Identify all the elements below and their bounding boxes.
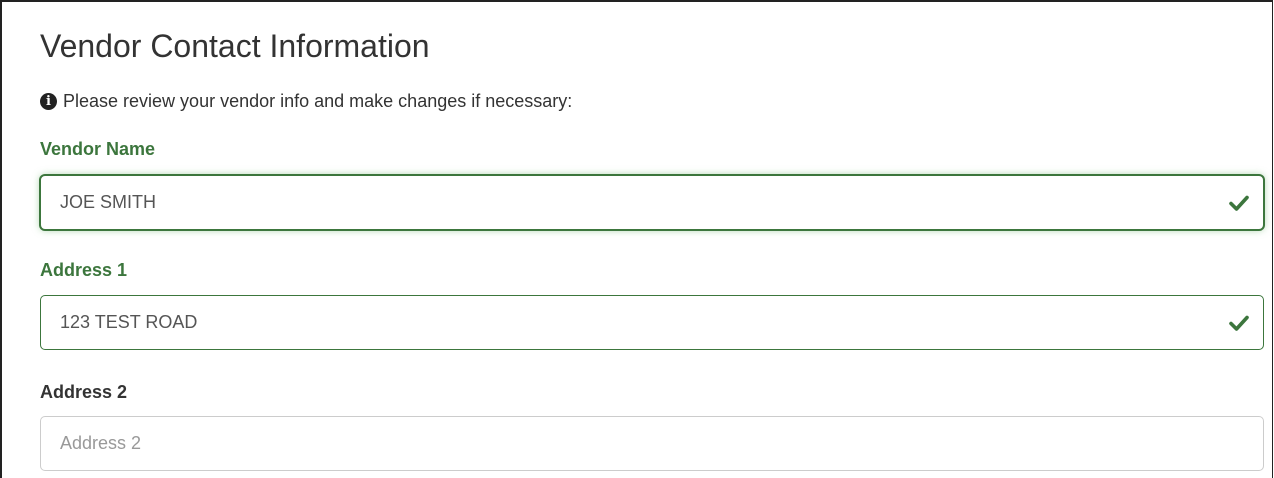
vendor-name-label: Vendor Name (40, 139, 156, 159)
address1-label: Address 1 (40, 260, 128, 280)
info-circle-icon: i (40, 92, 57, 110)
vendor-name-check-icon (1229, 195, 1249, 211)
address2-input[interactable] (40, 416, 1264, 471)
info-notice-text: Please review your vendor info and make … (63, 91, 573, 111)
page-title: Vendor Contact Information (40, 28, 430, 64)
address1-check-icon (1229, 315, 1249, 331)
address1-input[interactable] (40, 295, 1264, 350)
info-notice: i Please review your vendor info and mak… (40, 90, 572, 112)
form-panel: Vendor Contact Information i Please revi… (0, 0, 1273, 478)
address2-label: Address 2 (40, 382, 128, 402)
vendor-name-input[interactable] (40, 175, 1264, 230)
